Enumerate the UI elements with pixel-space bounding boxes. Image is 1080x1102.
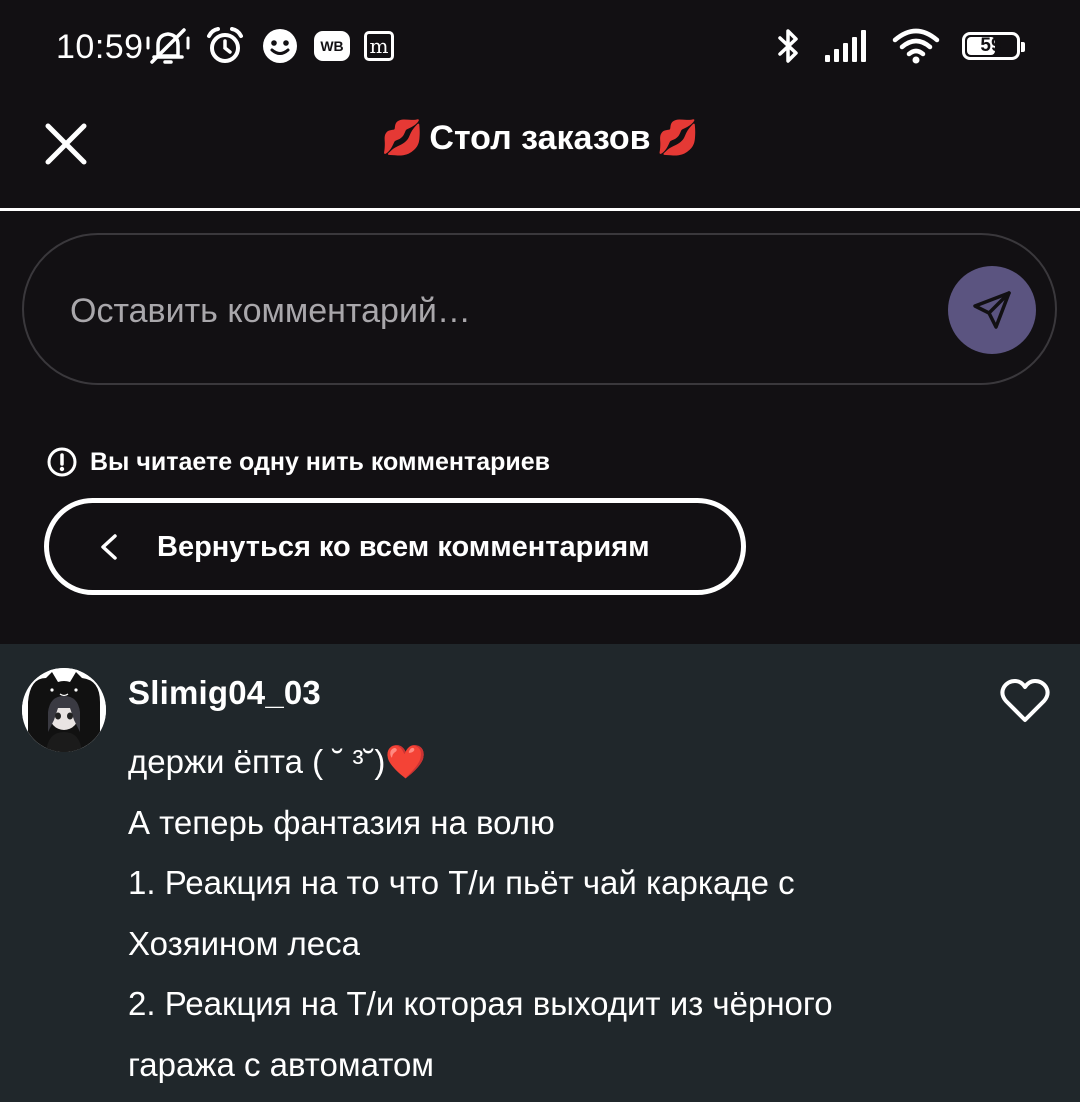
wb-app-icon: WB <box>314 31 350 61</box>
chat-face-icon <box>260 26 300 66</box>
thread-notice-text: Вы читаете одну нить комментариев <box>90 447 551 476</box>
back-to-all-comments-button[interactable]: Вернуться ко всем комментариям <box>44 498 746 595</box>
comment-line: гаража с автоматом <box>128 1045 434 1083</box>
comment-username[interactable]: Slimig04_03 <box>128 674 321 712</box>
comment-input-box <box>22 233 1057 385</box>
signal-icon <box>824 28 870 64</box>
muted-bell-icon <box>146 26 190 66</box>
lips-emoji-2: 💋 <box>656 119 699 157</box>
back-button-label: Вернуться ко всем комментариям <box>157 531 650 563</box>
thread-notice: Вы читаете одну нить комментариев <box>46 446 550 478</box>
comment-line: 2. Реакция на Т/и которая выходит из чёр… <box>128 985 833 1022</box>
send-icon <box>973 291 1011 329</box>
alarm-icon <box>204 26 246 66</box>
avatar[interactable] <box>22 668 106 752</box>
page-title: 💋 Стол заказов 💋 <box>0 118 1080 158</box>
comment-input[interactable] <box>68 275 912 347</box>
battery-level: 59 <box>980 35 1002 56</box>
bluetooth-icon <box>776 26 802 66</box>
wifi-icon <box>892 27 940 65</box>
like-button[interactable] <box>1000 678 1050 724</box>
system-icons: 59 <box>776 24 1025 68</box>
battery-icon: 59 <box>962 32 1025 60</box>
comment-line: Хозяином леса <box>128 924 360 962</box>
comment-card: Slimig04_03 держи ёпта ( ˘ ³˘)❤️ А тепер… <box>0 644 1080 1102</box>
status-bar: 10:59 WB m 59 <box>0 0 1080 96</box>
chevron-left-icon <box>101 534 117 560</box>
info-icon <box>47 447 77 477</box>
comment-text: держи ёпта ( ˘ ³˘)❤️ А теперь фантазия н… <box>128 732 1028 1095</box>
comment-line: 1. Реакция на то что Т/и пьёт чай каркад… <box>128 864 795 901</box>
comment-line: держи ёпта ( ˘ ³˘)❤️ <box>128 743 427 780</box>
notification-icons: WB m <box>146 24 394 68</box>
app-header: 💋 Стол заказов 💋 <box>0 96 1080 211</box>
status-time: 10:59 <box>56 28 144 66</box>
lips-emoji: 💋 <box>381 119 424 157</box>
heart-outline-icon <box>1000 679 1050 722</box>
m-app-icon: m <box>364 31 394 61</box>
comment-line: А теперь фантазия на волю <box>128 803 555 841</box>
page-title-text: Стол заказов <box>429 118 651 157</box>
battery-cap <box>1021 42 1025 52</box>
send-button[interactable] <box>948 266 1036 354</box>
